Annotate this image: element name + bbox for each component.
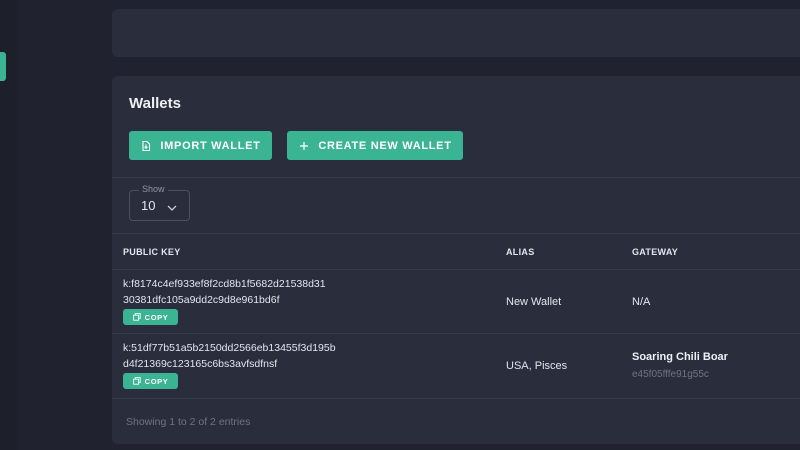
gateway-cell: N/A [632, 296, 651, 308]
public-key-line: k:51df77b51a5b2150dd2566eb13455f3d195b [123, 342, 336, 354]
alias-cell: USA, Pisces [506, 360, 568, 372]
import-wallet-button[interactable]: IMPORT WALLET [129, 131, 272, 160]
gateway-name: Soaring Chili Boar [632, 351, 728, 363]
copy-label: COPY [144, 376, 169, 386]
table-row: k:f8174c4ef933ef8f2cd8b1f5682d21538d31 3… [112, 276, 800, 334]
import-wallet-label: IMPORT WALLET [160, 139, 261, 152]
table-info: Showing 1 to 2 of 2 entries [126, 416, 251, 428]
import-wallet-icon [140, 140, 152, 152]
top-header-card [112, 9, 800, 57]
copy-button[interactable]: COPY [123, 309, 178, 325]
divider [112, 177, 800, 178]
left-sidebar [0, 0, 18, 450]
page-size-select[interactable]: Show 10 [129, 184, 190, 221]
page-title: Wallets [129, 95, 181, 112]
public-key-line: k:f8174c4ef933ef8f2cd8b1f5682d21538d31 [123, 278, 326, 290]
alias-cell: New Wallet [506, 296, 562, 308]
column-header-alias[interactable]: ALIAS [506, 247, 535, 257]
public-key-line: d4f21369c123165c6bs3avfsdfnsf [123, 358, 278, 370]
public-key-line: 30381dfc105a9dd2c9d8e961bd6f [123, 294, 280, 306]
table-row: k:51df77b51a5b2150dd2566eb13455f3d195b d… [112, 340, 800, 400]
gateway-address: e45f05fffe91g55c [632, 369, 709, 380]
column-header-gateway[interactable]: GATEWAY [632, 247, 678, 257]
divider [112, 233, 800, 234]
divider [112, 333, 800, 334]
plus-icon [298, 140, 310, 152]
page-size-value: 10 [141, 198, 156, 213]
divider [112, 398, 800, 399]
sidebar-active-indicator[interactable] [0, 52, 6, 81]
copy-label: COPY [144, 312, 169, 322]
chevron-down-icon [166, 200, 178, 211]
wallets-card: Wallets IMPORT WALLET CREATE NEW WALLET … [112, 76, 800, 444]
column-header-public-key[interactable]: PUBLIC KEY [123, 247, 181, 257]
page-size-legend: Show [139, 184, 168, 194]
copy-icon [132, 377, 141, 385]
copy-button[interactable]: COPY [123, 373, 178, 389]
copy-icon [132, 313, 141, 321]
create-wallet-button[interactable]: CREATE NEW WALLET [287, 131, 463, 160]
create-wallet-label: CREATE NEW WALLET [318, 139, 452, 152]
divider [112, 269, 800, 270]
